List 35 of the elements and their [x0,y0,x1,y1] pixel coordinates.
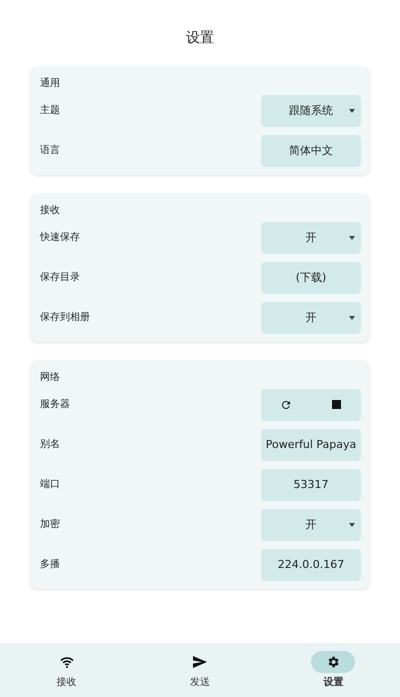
dropdown[interactable]: 开 [261,302,361,334]
dropdown[interactable]: 跟随系统 [261,94,361,127]
caret-icon [349,316,355,320]
caret-icon [349,522,355,527]
value-button[interactable]: 简体中文 [261,134,361,167]
caret-icon [349,236,355,240]
setting-label: 端口 [40,478,60,492]
value-button[interactable]: Powerful Papaya [261,428,361,461]
nav-tab[interactable]: 设置 [266,643,400,697]
setting-label: 加密 [40,518,60,532]
setting-label: 语言 [40,144,60,158]
stop-icon [332,400,340,410]
settings-icon [326,654,340,668]
section-title: 接收 [40,204,61,218]
dropdown[interactable]: 开 [261,508,361,541]
section-title: 网络 [40,370,61,385]
caret-icon [349,108,355,113]
refresh-icon [280,398,292,411]
dropdown[interactable]: 开 [261,222,361,254]
setting-label: 主题 [40,104,60,118]
section-title: 通用 [40,76,61,91]
setting-label: 服务器 [40,398,70,412]
send-icon [192,656,207,668]
page-title: 设置 [185,29,215,48]
nav-tab[interactable]: 接收 [0,643,134,697]
setting-label: 保存到相册 [40,310,90,326]
nav-tab[interactable]: 发送 [133,643,267,697]
value-button[interactable]: (下载) [261,262,361,294]
setting-label: 别名 [40,438,60,452]
setting-label: 快速保存 [40,230,80,246]
wifi-icon [60,656,74,668]
setting-label: 保存目录 [40,271,80,286]
setting-label: 多播 [40,558,60,572]
value-button[interactable]: 53317 [261,468,361,501]
value-button[interactable]: 224.0.0.167 [261,548,361,581]
